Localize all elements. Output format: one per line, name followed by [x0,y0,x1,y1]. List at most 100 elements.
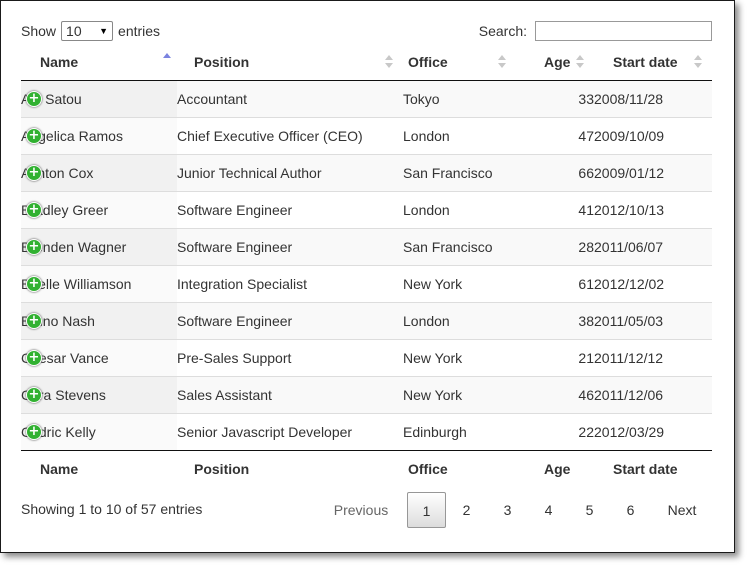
entries-per-page-value: 10 [66,23,82,39]
expand-row-icon[interactable]: + [26,312,42,329]
cell-position: Software Engineer [177,190,403,228]
footer-age: Age [516,449,594,486]
pagination-page-1[interactable]: 1 [407,492,446,528]
cell-start-date: 2012/12/02 [594,264,712,302]
expand-row-icon[interactable]: + [26,349,42,366]
table-row: + Bradley Greer Software Engineer London 41 2… [21,190,712,228]
cell-name: + Bruno Nash [21,301,177,339]
expand-row-icon[interactable]: + [26,127,42,144]
table-row: + Angelica Ramos Chief Executive Officer (… [21,116,712,154]
search-input[interactable] [535,21,712,41]
table-controls: Show 10 ▼ entries Search: [21,20,712,42]
pagination-page-6[interactable]: 6 [612,492,649,528]
expand-row-icon[interactable]: + [26,238,42,255]
cell-position: Sales Assistant [177,375,403,413]
column-header-position[interactable]: Position [177,44,403,81]
table-row: + Caesar Vance Pre-Sales Support New York 21… [21,338,712,376]
footer-name: Name [21,449,177,486]
cell-age: 33 [516,80,594,117]
cell-age: 46 [516,375,594,413]
cell-start-date: 2011/05/03 [594,301,712,339]
expand-row-icon[interactable]: + [26,164,42,181]
pagination-previous[interactable]: Previous [322,492,400,528]
table-info: Showing 1 to 10 of 57 entries [21,501,203,517]
pagination-page-4[interactable]: 4 [530,492,567,528]
table-row: + Cedric Kelly Senior Javascript Developer… [21,412,712,450]
cell-office: San Francisco [403,153,516,191]
cell-name: + Cedric Kelly [21,412,177,450]
cell-age: 21 [516,338,594,376]
expand-row-icon[interactable]: + [26,90,42,107]
entries-per-page-select[interactable]: 10 ▼ [61,21,114,41]
table-row: + Brielle Williamson Integration Specialis… [21,264,712,302]
header-row: Name Position Office Age Start date [21,44,712,81]
entries-label: entries [118,23,161,39]
cell-start-date: 2011/06/07 [594,227,712,265]
cell-office: New York [403,338,516,376]
cell-name: + Caesar Vance [21,338,177,376]
table-row: + Ashton Cox Junior Technical Author San Fr… [21,153,712,191]
sort-both-icon [498,55,506,69]
cell-name: + Angelica Ramos [21,116,177,154]
cell-age: 47 [516,116,594,154]
show-label: Show [21,23,57,39]
cell-start-date: 2008/11/28 [594,80,712,117]
cell-name: + Cara Stevens [21,375,177,413]
cell-age: 61 [516,264,594,302]
cell-position: Software Engineer [177,301,403,339]
table-row: + Cara Stevens Sales Assistant New York 46 20… [21,375,712,413]
sort-ascending-icon [163,53,171,67]
cell-age: 22 [516,412,594,450]
cell-start-date: 2009/10/09 [594,116,712,154]
sort-both-icon [576,55,584,69]
cell-position: Junior Technical Author [177,153,403,191]
cell-name: + Brielle Williamson [21,264,177,302]
search-control: Search: [479,20,712,42]
cell-office: New York [403,375,516,413]
cell-office: London [403,190,516,228]
pagination-page-3[interactable]: 3 [489,492,526,528]
cell-name: + Bradley Greer [21,190,177,228]
footer-row: Name Position Office Age Start date [21,449,712,486]
cell-age: 28 [516,227,594,265]
column-header-start-date[interactable]: Start date [594,44,712,81]
chevron-down-icon: ▼ [99,26,109,36]
table-row: + Bruno Nash Software Engineer London 38 2011… [21,301,712,339]
sort-both-icon [694,55,702,69]
expand-row-icon[interactable]: + [26,423,42,440]
pagination-page-2[interactable]: 2 [448,492,485,528]
column-header-office[interactable]: Office [403,44,516,81]
cell-position: Senior Javascript Developer [177,412,403,450]
expand-row-icon[interactable]: + [26,275,42,292]
cell-office: London [403,301,516,339]
expand-row-icon[interactable]: + [26,201,42,218]
cell-start-date: 2011/12/06 [594,375,712,413]
footer-position: Position [177,449,403,486]
footer-start-date: Start date [594,449,712,486]
cell-position: Accountant [177,80,403,117]
search-label: Search: [478,23,527,39]
expand-row-icon[interactable]: + [26,386,42,403]
cell-age: 38 [516,301,594,339]
table-body: + Airi Satou Accountant Tokyo 33 2008/11/28 + A… [21,80,712,450]
pagination-next[interactable]: Next [656,492,708,528]
employees-table: Name Position Office Age Start date + Air… [21,44,712,486]
cell-name: + Brenden Wagner [21,227,177,265]
cell-start-date: 2009/01/12 [594,153,712,191]
cell-office: New York [403,264,516,302]
cell-office: London [403,116,516,154]
cell-position: Integration Specialist [177,264,403,302]
cell-age: 66 [516,153,594,191]
cell-position: Software Engineer [177,227,403,265]
column-header-age[interactable]: Age [516,44,594,81]
column-header-name[interactable]: Name [21,44,177,81]
cell-office: San Francisco [403,227,516,265]
cell-office: Tokyo [403,80,516,117]
cell-position: Chief Executive Officer (CEO) [177,116,403,154]
length-control: Show 10 ▼ entries [21,20,160,42]
cell-name: + Airi Satou [21,80,177,117]
cell-name: + Ashton Cox [21,153,177,191]
pagination-page-5[interactable]: 5 [571,492,608,528]
table-row: + Brenden Wagner Software Engineer San Fran… [21,227,712,265]
cell-start-date: 2011/12/12 [594,338,712,376]
